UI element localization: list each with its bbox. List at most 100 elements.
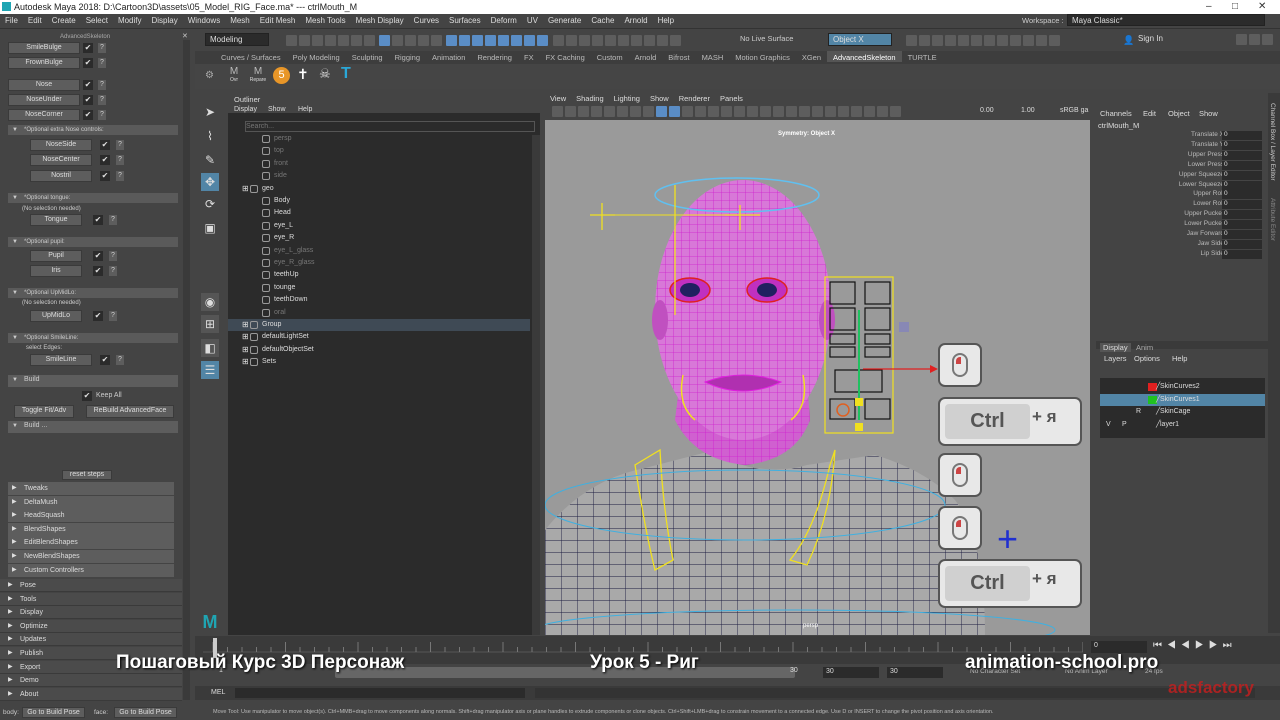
channel-value[interactable]: 0 (1222, 210, 1262, 220)
shelf-tab[interactable]: AdvancedSkeleton (827, 51, 902, 62)
viewport-menu-panels[interactable]: Panels (715, 93, 748, 104)
subsection-tweaks[interactable]: Tweaks (8, 482, 174, 495)
help-button[interactable]: ? (98, 43, 106, 53)
nosecorner-check[interactable]: ✔ (83, 110, 93, 120)
section-pose[interactable]: Pose (0, 579, 182, 592)
noseunder-check[interactable]: ✔ (83, 95, 93, 105)
menu-mesh-display[interactable]: Mesh Display (351, 14, 409, 25)
four-view-icon[interactable]: ⊞ (201, 315, 219, 333)
build-more-section[interactable]: Build ... (8, 421, 178, 433)
menu-uv[interactable]: UV (522, 14, 543, 25)
shelf-tab[interactable]: Curves / Surfaces (215, 51, 287, 62)
close-panel-icon[interactable]: ✕ (182, 32, 188, 40)
channel-row[interactable]: Translate Y0 (1096, 140, 1266, 151)
maximize-button[interactable]: □ (1232, 1, 1238, 12)
help-button[interactable]: ? (98, 95, 106, 105)
expand-icon[interactable]: ⊞ (242, 319, 249, 331)
shelf-tab[interactable]: Arnold (629, 51, 663, 62)
outliner-item[interactable]: teethDown (228, 294, 530, 306)
go-to-build-pose-face-button[interactable]: Go to Build Pose (114, 707, 177, 718)
shelf-tab[interactable]: FX (518, 51, 540, 62)
exposure-value[interactable]: 0.00 (980, 107, 994, 114)
menu-create[interactable]: Create (47, 14, 81, 25)
reset-steps-button[interactable]: reset steps (62, 470, 112, 480)
layer-row[interactable]: ╱ SkinCurves1 (1100, 393, 1265, 406)
channel-row[interactable]: Lower Pucker 0 (1096, 220, 1266, 230)
iris-button[interactable]: Iris (30, 265, 82, 277)
tpose-icon[interactable]: T (341, 65, 351, 83)
layer-row[interactable]: R ╱ SkinCage (1100, 406, 1265, 418)
channel-box-side-tab[interactable]: Channel Box / Layer Editor (1269, 103, 1276, 181)
panel-scrollbar[interactable] (183, 40, 190, 700)
section-updates[interactable]: Updates (0, 633, 182, 647)
options-menu[interactable]: Options (1134, 354, 1160, 363)
ovr-shelf-icon[interactable]: M Ovr (225, 66, 243, 86)
section-optimize[interactable]: Optimize (0, 619, 182, 633)
channel-value[interactable]: 0 (1222, 190, 1262, 200)
show-menu[interactable]: Show (1199, 109, 1218, 118)
shelf-tab[interactable]: Rendering (471, 51, 518, 62)
outliner-item[interactable]: tounge (228, 282, 530, 294)
channel-value[interactable]: 0 (1222, 150, 1262, 160)
outliner-item[interactable]: ⊞ Sets (228, 356, 530, 368)
anim-tab[interactable]: Anim (1136, 343, 1153, 352)
menu-edit[interactable]: Edit (23, 14, 47, 25)
section-tools[interactable]: Tools (0, 592, 182, 606)
section-display[interactable]: Display (0, 606, 182, 620)
single-view-icon[interactable]: ◉ (201, 293, 219, 311)
help-button[interactable]: ? (109, 215, 117, 225)
help-button[interactable]: ? (109, 311, 117, 321)
channel-row[interactable]: Lip Side 0 (1096, 249, 1266, 260)
help-button[interactable]: ? (116, 140, 124, 150)
viewport-3d[interactable]: View Shading Lighting Show Renderer Panels 0.… (545, 93, 1090, 635)
nostril-check[interactable]: ✔ (100, 171, 110, 181)
outliner-item[interactable]: eye_R (228, 232, 530, 244)
tongue-check[interactable]: ✔ (93, 215, 103, 225)
noseside-check[interactable]: ✔ (100, 140, 110, 150)
menu-file[interactable]: File (0, 14, 23, 25)
channel-row[interactable]: Translate X0 (1096, 131, 1266, 141)
shelf-tab[interactable]: Poly Modeling (287, 51, 346, 62)
upmidlo-button[interactable]: UpMidLo (30, 310, 82, 322)
pupil-button[interactable]: Pupil (30, 250, 82, 262)
side-view-icon[interactable]: ◧ (201, 339, 219, 357)
subsection-custom-controllers[interactable]: Custom Controllers (8, 563, 174, 577)
outliner-item[interactable]: eye_R_glass (228, 257, 530, 269)
optional-nose-section[interactable]: *Optional extra Nose controls: (8, 125, 178, 135)
shelf-tab[interactable]: Animation (426, 51, 471, 62)
frownbulge-button[interactable]: FrownBulge (8, 57, 80, 69)
shelf-tab[interactable]: Custom (591, 51, 629, 62)
rebuild-button[interactable]: ReBuild AdvancedFace (86, 405, 174, 418)
viewport-menu-view[interactable]: View (545, 93, 571, 104)
expand-icon[interactable]: ⊞ (242, 344, 249, 356)
noseside-button[interactable]: NoseSide (30, 139, 92, 151)
live-surface-label[interactable]: No Live Surface (740, 34, 793, 43)
help-button[interactable]: ? (98, 110, 106, 120)
channel-value[interactable]: 0 (1222, 131, 1262, 140)
channel-value[interactable]: 0 (1222, 239, 1262, 249)
menu-curves[interactable]: Curves (409, 14, 444, 25)
outliner-item[interactable]: teethUp (228, 269, 530, 281)
viewport-menu-show[interactable]: Show (645, 93, 674, 104)
build-section[interactable]: Build (8, 375, 178, 387)
help-button[interactable]: ? (98, 58, 106, 68)
nose-check[interactable]: ✔ (83, 80, 93, 90)
outliner-item[interactable]: Head (228, 207, 530, 219)
layers-menu[interactable]: Layers (1104, 354, 1127, 363)
channel-value[interactable]: 0 (1222, 220, 1262, 230)
layer-v-toggle[interactable]: V (1106, 419, 1111, 431)
outliner-item[interactable]: front (228, 158, 530, 170)
object-menu[interactable]: Object (1168, 109, 1190, 118)
menu-arnold[interactable]: Arnold (619, 14, 652, 25)
outliner-item[interactable]: eye_L_glass (228, 245, 530, 257)
lasso-tool-icon[interactable]: ⌇ (201, 127, 219, 145)
skeleton-icon[interactable]: ✝ (297, 66, 309, 83)
shelf-tab[interactable]: XGen (796, 51, 827, 62)
move-tool-icon[interactable]: ✥ (201, 173, 219, 191)
outliner-item[interactable]: oral (228, 307, 530, 319)
outliner-menu-help[interactable]: Help (298, 106, 312, 113)
tongue-button[interactable]: Tongue (30, 214, 82, 226)
channel-value[interactable]: 0 (1222, 160, 1262, 170)
symmetry-selector[interactable]: Object X (828, 33, 892, 46)
help-menu[interactable]: Help (1172, 354, 1187, 363)
